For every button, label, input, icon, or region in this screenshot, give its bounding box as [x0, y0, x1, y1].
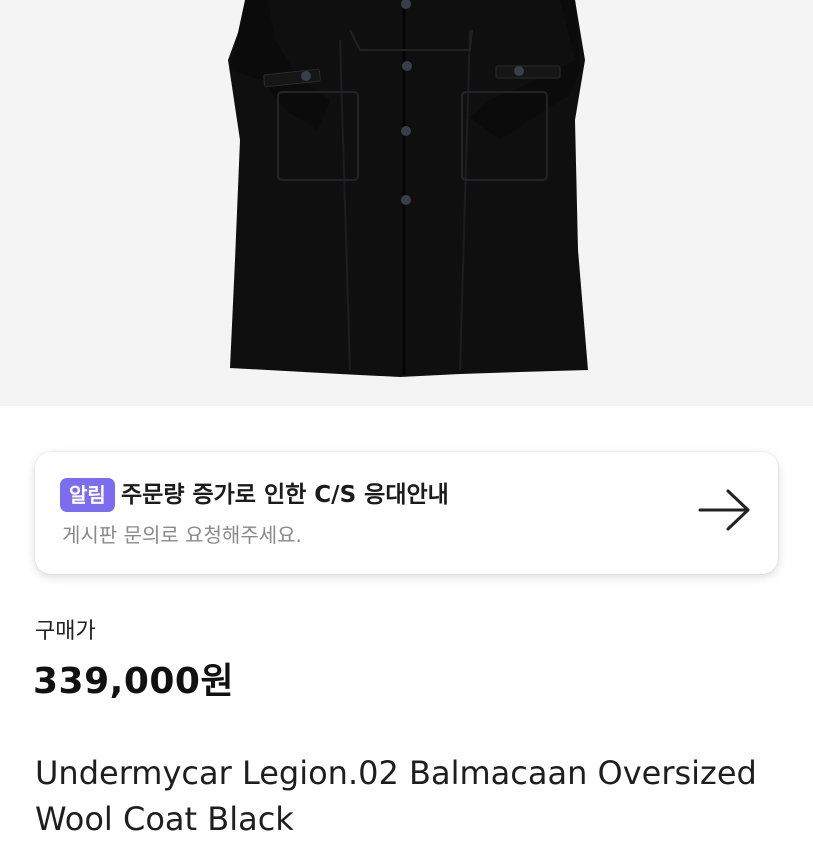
notice-title: 주문량 증가로 인한 C/S 응대안내: [121, 482, 449, 508]
product-title: Undermycar Legion.02 Balmacaan Oversized…: [35, 754, 757, 838]
notice-description: 게시판 문의로 요청해주세요.: [62, 523, 302, 547]
arrow-right-icon[interactable]: [698, 488, 754, 532]
notice-banner[interactable]: 알림 주문량 증가로 인한 C/S 응대안내 게시판 문의로 요청해주세요.: [35, 452, 778, 574]
section-divider: [0, 406, 813, 412]
product-image[interactable]: [0, 0, 813, 406]
price-value: 339,000원: [33, 661, 235, 702]
coat-illustration: [228, 0, 588, 377]
notice-badge: 알림: [60, 478, 115, 512]
price-label: 구매가: [35, 619, 96, 644]
